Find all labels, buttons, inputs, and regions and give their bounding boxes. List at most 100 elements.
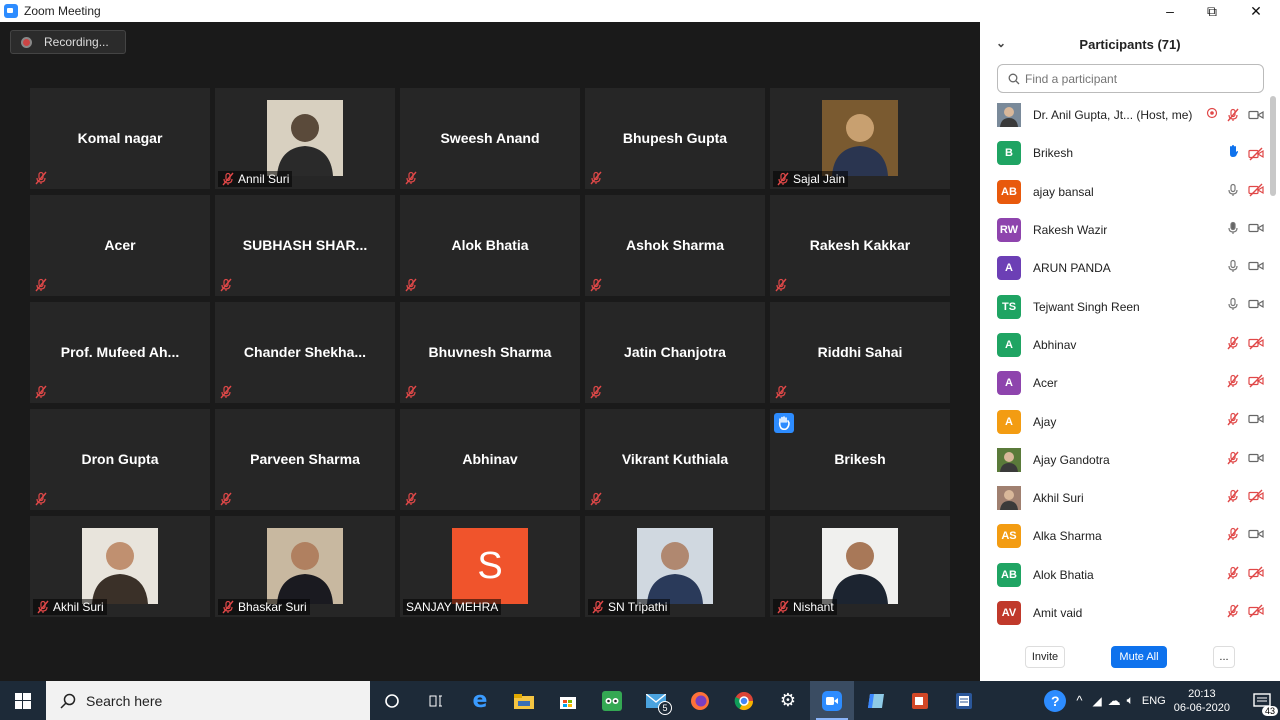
video-tile[interactable]: S SANJAY MEHRA (400, 516, 580, 617)
video-tile[interactable]: Ashok Sharma (585, 195, 765, 296)
participant-row[interactable]: TS Tejwant Singh Reen (980, 287, 1268, 325)
zoom-taskbar-icon[interactable] (810, 681, 854, 720)
video-tile[interactable]: Bhuvnesh Sharma (400, 302, 580, 403)
video-icon (1248, 297, 1264, 311)
muted-mic-icon (589, 492, 603, 506)
close-button[interactable]: ✕ (1236, 0, 1276, 22)
participant-name: Bhuvnesh Sharma (428, 344, 552, 360)
tile-label-text: Bhaskar Suri (238, 600, 307, 614)
participant-search[interactable] (997, 64, 1264, 93)
profile-photo (822, 100, 898, 176)
video-off-icon (1248, 489, 1264, 503)
chevron-down-icon[interactable]: ⌄ (996, 36, 1006, 50)
help-icon[interactable]: ? (1044, 689, 1067, 712)
video-tile[interactable]: Parveen Sharma (215, 409, 395, 510)
participant-row[interactable]: AS Alka Sharma (980, 517, 1268, 555)
participant-row[interactable]: AB Alok Bhatia (980, 556, 1268, 594)
recording-icon (1206, 106, 1218, 124)
video-tile[interactable]: Alok Bhatia (400, 195, 580, 296)
mail-icon[interactable]: 5 (634, 681, 678, 720)
participant-row[interactable]: A ARUN PANDA (980, 249, 1268, 287)
video-tile[interactable]: Annil Suri (215, 88, 395, 189)
video-tile[interactable]: SN Tripathi (585, 516, 765, 617)
settings-gear-icon[interactable]: ⚙ (766, 681, 810, 720)
recording-indicator[interactable]: Recording... (10, 30, 126, 54)
participant-row[interactable]: A Ajay (980, 402, 1268, 440)
cortana-icon[interactable] (370, 681, 414, 720)
participant-avatar: RW (997, 218, 1021, 243)
letter-avatar: S (452, 528, 528, 604)
participant-row[interactable]: B Brikesh (980, 134, 1268, 172)
participant-row[interactable]: AV Amit vaid (980, 594, 1268, 632)
panel-header: ⌄ Participants (71) (980, 22, 1280, 66)
video-tile[interactable]: Bhaskar Suri (215, 516, 395, 617)
video-tile[interactable]: Sajal Jain (770, 88, 950, 189)
video-tile[interactable]: Komal nagar (30, 88, 210, 189)
participant-row[interactable]: A Acer (980, 364, 1268, 402)
tile-name-label: Bhaskar Suri (218, 599, 310, 615)
video-tile[interactable]: Dron Gupta (30, 409, 210, 510)
video-tile[interactable]: Acer (30, 195, 210, 296)
show-hidden-icon[interactable]: ^ (1076, 693, 1082, 708)
participant-row[interactable]: A Abhinav (980, 326, 1268, 364)
edge-icon[interactable]: e (458, 681, 502, 720)
volume-icon[interactable]: 🔈︎ (1127, 693, 1134, 708)
profile-photo (267, 528, 343, 604)
cloud-icon[interactable]: ☁ (1108, 693, 1121, 709)
taskbar-search[interactable]: Search here (46, 681, 370, 720)
participant-row[interactable]: Ajay Gandotra (980, 441, 1268, 479)
video-tile[interactable]: Jatin Chanjotra (585, 302, 765, 403)
participant-name: Brikesh (1033, 146, 1074, 161)
participant-name: Vikrant Kuthiala (621, 451, 729, 467)
powerpoint-icon[interactable] (898, 681, 942, 720)
video-tile[interactable]: Bhupesh Gupta (585, 88, 765, 189)
participant-row[interactable]: Dr. Anil Gupta, Jt... (Host, me) (980, 96, 1268, 134)
participant-avatar: AV (997, 601, 1021, 625)
chrome-icon[interactable] (722, 681, 766, 720)
task-view-icon[interactable] (414, 681, 458, 720)
language-indicator[interactable]: ENG (1142, 695, 1166, 707)
participant-name: Rakesh Wazir (1033, 223, 1108, 238)
video-tile[interactable]: Vikrant Kuthiala (585, 409, 765, 510)
tile-label-text: SANJAY MEHRA (406, 600, 499, 614)
scrollbar-thumb[interactable] (1270, 96, 1276, 196)
participants-panel: ⌄ Participants (71) Dr. Anil Gupta, Jt..… (980, 22, 1280, 681)
participant-row[interactable]: AB ajay bansal (980, 173, 1268, 211)
clock[interactable]: 20:13 06-06-2020 (1174, 687, 1230, 715)
participant-name: Acer (104, 237, 136, 253)
video-tile[interactable]: Riddhi Sahai (770, 302, 950, 403)
minimize-button[interactable]: – (1150, 0, 1190, 22)
video-tile[interactable]: Sweesh Anand (400, 88, 580, 189)
app-icon-owl[interactable] (590, 681, 634, 720)
participant-avatar: A (997, 332, 1021, 357)
participant-row[interactable]: RW Rakesh Wazir (980, 211, 1268, 249)
tile-label-text: Akhil Suri (53, 600, 104, 614)
restore-button[interactable]: ⧉ (1192, 0, 1232, 22)
participant-avatar: AB (997, 179, 1021, 204)
video-tile[interactable]: Rakesh Kakkar (770, 195, 950, 296)
scrollbar[interactable] (1270, 96, 1276, 636)
video-tile[interactable]: Nishant (770, 516, 950, 617)
profile-photo (82, 528, 158, 604)
mute-all-button[interactable]: Mute All (1111, 646, 1167, 668)
action-center-button[interactable]: 43 (1244, 681, 1280, 720)
more-button[interactable]: ... (1213, 646, 1235, 668)
store-icon[interactable] (546, 681, 590, 720)
video-tile[interactable]: Brikesh (770, 409, 950, 510)
video-tile[interactable]: Prof. Mufeed Ah... (30, 302, 210, 403)
video-tile[interactable]: Akhil Suri (30, 516, 210, 617)
notes-app-icon[interactable] (854, 681, 898, 720)
video-tile[interactable]: Abhinav (400, 409, 580, 510)
video-tile[interactable]: Chander Shekha... (215, 302, 395, 403)
invite-button[interactable]: Invite (1025, 646, 1065, 668)
profile-photo (637, 528, 713, 604)
video-tile[interactable]: SUBHASH SHAR... (215, 195, 395, 296)
file-explorer-icon[interactable] (502, 681, 546, 720)
firefox-icon[interactable] (678, 681, 722, 720)
windows-start-button[interactable] (0, 681, 46, 720)
word-icon[interactable] (942, 681, 986, 720)
network-icon[interactable]: ◢ (1092, 694, 1101, 708)
participant-row[interactable]: Akhil Suri (980, 479, 1268, 517)
participant-name: Prof. Mufeed Ah... (60, 344, 180, 360)
search-input[interactable] (1025, 71, 1245, 86)
